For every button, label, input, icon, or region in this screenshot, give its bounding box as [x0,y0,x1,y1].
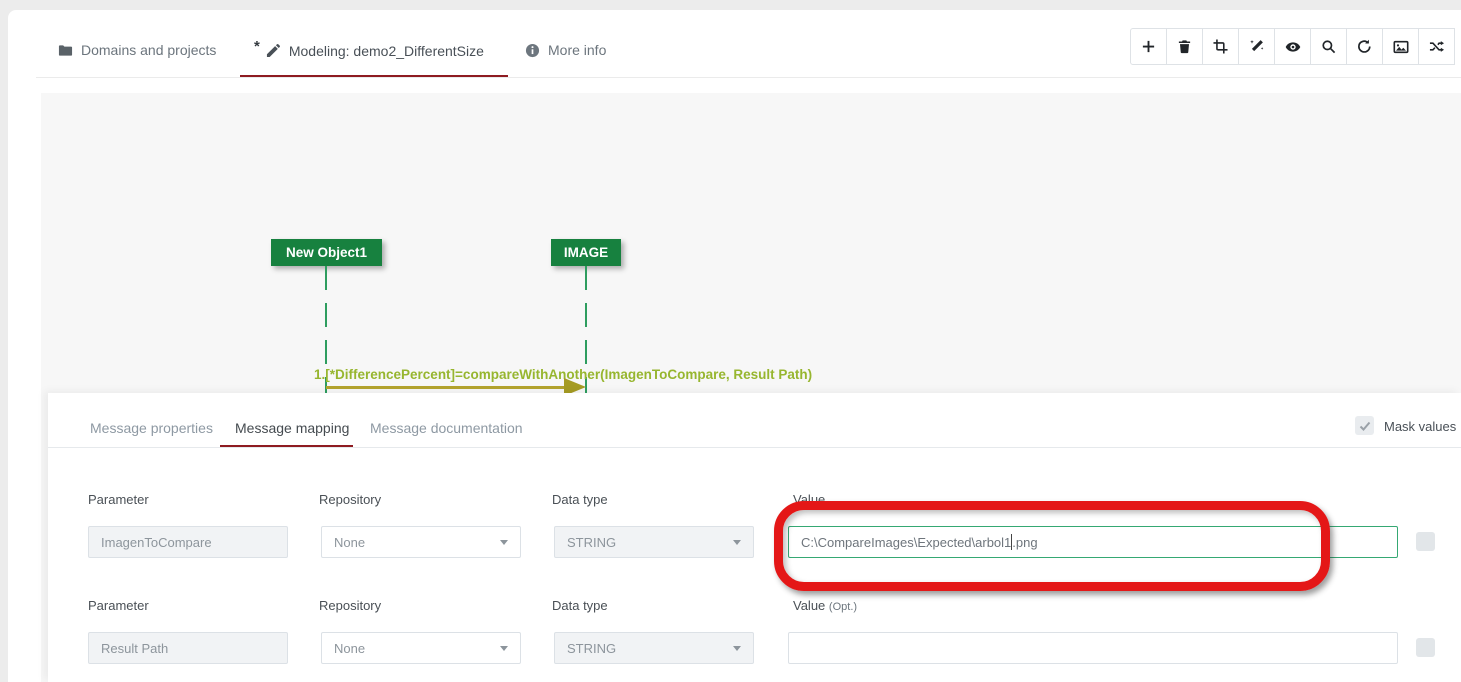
image-button[interactable] [1382,28,1419,65]
value-input-optional[interactable] [788,632,1398,664]
value-input[interactable]: C:\CompareImages\Expected\arbol1.png [788,526,1398,558]
datatype-select[interactable]: STRING [554,526,754,558]
datatype-label: Data type [552,492,608,507]
image-icon [1393,39,1409,55]
crop-icon [1213,39,1228,54]
shuffle-icon [1429,39,1444,54]
datatype-value: STRING [567,641,616,656]
datatype-label: Data type [552,598,608,613]
tab-more-info[interactable]: More info [525,42,606,58]
search-icon [1321,39,1336,54]
app-card: Domains and projects * Modeling: demo2_D… [8,10,1461,682]
tab-label: Domains and projects [81,42,216,58]
value-mask-toggle-button[interactable] [1416,532,1435,551]
delete-button[interactable] [1166,28,1203,65]
optional-suffix: (Opt.) [829,601,857,613]
parameter-field: Result Path [88,632,288,664]
value-mask-toggle-button[interactable] [1416,638,1435,657]
value-text: .png [1012,535,1037,550]
parameter-value: Result Path [101,641,168,656]
tab-label: More info [548,42,606,58]
chevron-down-icon [733,540,741,545]
tab-modeling[interactable]: * Modeling: demo2_DifferentSize [254,42,484,59]
value-opt-label: Value (Opt.) [793,598,857,613]
actor-image[interactable]: IMAGE [551,239,621,266]
mask-values-label: Mask values [1384,419,1456,434]
parameter-label: Parameter [88,598,149,613]
eye-icon [1285,39,1301,55]
repository-value: None [334,535,365,550]
folder-icon [58,43,73,58]
value-label: Value [793,492,825,507]
plus-icon [1141,39,1156,54]
info-icon [525,43,540,58]
message-arrow-line[interactable] [326,386,566,389]
value-label: Value [793,598,825,613]
value-text: C:\CompareImages\Expected\arbol1 [801,535,1011,550]
actor-label: New Object1 [286,245,367,260]
repository-select[interactable]: None [321,632,521,664]
add-button[interactable] [1130,28,1167,65]
trash-icon [1177,39,1192,54]
tab-label: Modeling: demo2_DifferentSize [289,43,484,59]
datatype-value: STRING [567,535,616,550]
parameter-label: Parameter [88,492,149,507]
shuffle-button[interactable] [1418,28,1455,65]
refresh-icon [1357,39,1372,54]
tab-message-mapping[interactable]: Message mapping [235,420,349,436]
preview-button[interactable] [1274,28,1311,65]
repository-label: Repository [319,492,381,507]
repository-label: Repository [319,598,381,613]
tab-bar-divider [36,77,1461,78]
datatype-select[interactable]: STRING [554,632,754,664]
tab-domains-and-projects[interactable]: Domains and projects [58,42,216,58]
actor-new-object1[interactable]: New Object1 [271,239,382,266]
chevron-down-icon [733,646,741,651]
chevron-down-icon [500,646,508,651]
repository-select[interactable]: None [321,526,521,558]
magic-wand-button[interactable] [1238,28,1275,65]
parameter-value: ImagenToCompare [101,535,212,550]
pencil-icon [266,43,281,58]
mask-values-checkbox[interactable] [1355,416,1374,435]
diagram-toolbar [1130,28,1455,65]
check-icon [1359,420,1371,432]
parameter-field: ImagenToCompare [88,526,288,558]
crop-button[interactable] [1202,28,1239,65]
zoom-button[interactable] [1310,28,1347,65]
repository-value: None [334,641,365,656]
panel-tab-divider [48,447,1461,448]
refresh-button[interactable] [1346,28,1383,65]
tab-message-properties[interactable]: Message properties [90,420,213,436]
chevron-down-icon [500,540,508,545]
unsaved-marker: * [254,38,260,55]
tab-message-documentation[interactable]: Message documentation [370,420,523,436]
magic-wand-icon [1249,39,1264,54]
actor-label: IMAGE [564,245,608,260]
